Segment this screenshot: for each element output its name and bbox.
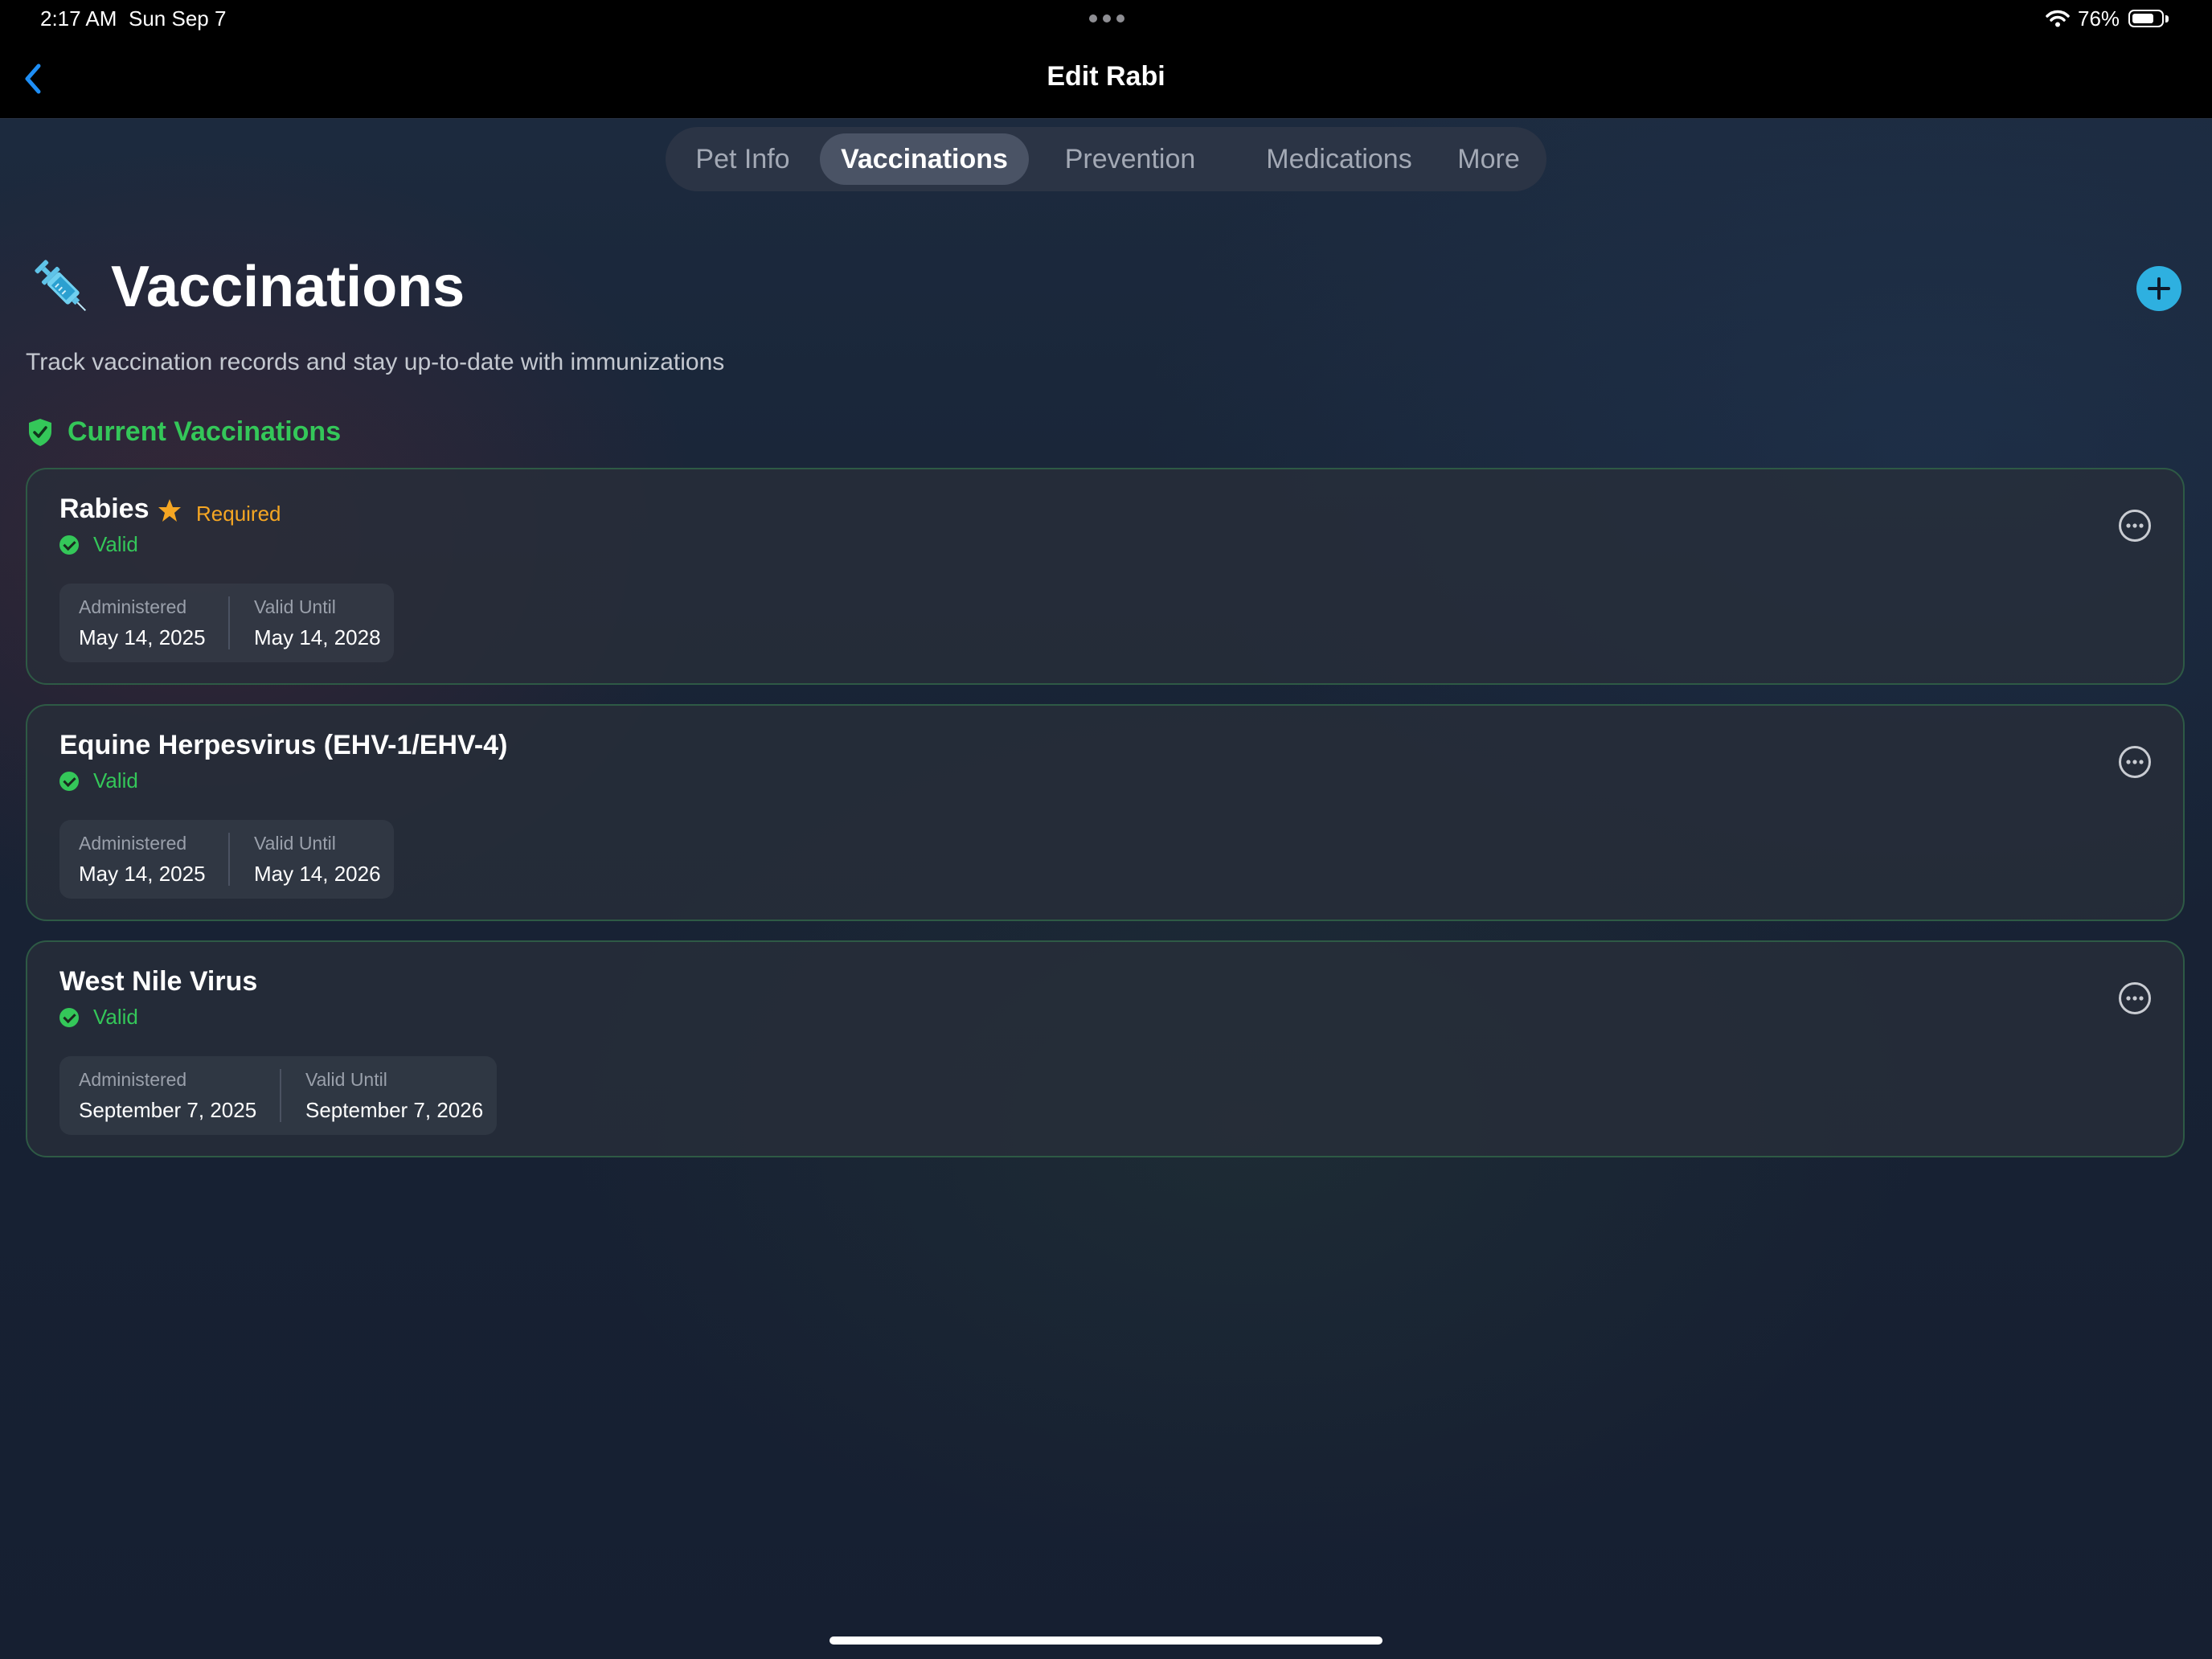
administered-date: May 14, 2025 [79, 862, 206, 886]
section-title: Current Vaccinations [68, 416, 342, 447]
tab-pet-info[interactable]: Pet Info [678, 127, 807, 191]
tab-vaccinations[interactable]: Vaccinations [820, 133, 1029, 185]
add-vaccination-button[interactable] [2136, 266, 2181, 311]
checkmark-circle-icon [59, 1008, 79, 1027]
valid-until-label: Valid Until [305, 1069, 387, 1090]
page-title: Vaccinations [111, 255, 465, 319]
required-label: Required [196, 502, 281, 526]
date-divider [228, 596, 230, 649]
vaccine-name: West Nile Virus [59, 966, 258, 997]
dates-panel: Administered May 14, 2025 Valid Until Ma… [59, 584, 394, 662]
tab-bar: Pet Info Vaccinations Prevention Medicat… [666, 127, 1546, 191]
syringe-icon [35, 260, 86, 311]
home-indicator[interactable] [830, 1636, 1382, 1645]
status-valid: Valid [93, 768, 138, 793]
nav-divider [0, 118, 2212, 119]
battery-icon [2128, 10, 2164, 27]
battery-percent: 76% [2078, 6, 2120, 31]
tab-prevention[interactable]: Prevention [1042, 127, 1219, 191]
valid-until-date: September 7, 2026 [305, 1098, 484, 1122]
vaccination-card[interactable]: Rabies Required Valid Administered May 1… [26, 468, 2185, 685]
administered-label: Administered [79, 1069, 187, 1090]
dates-panel: Administered September 7, 2025 Valid Unt… [59, 1056, 497, 1135]
status-valid: Valid [93, 1005, 138, 1029]
vaccination-card[interactable]: Equine Herpesvirus (EHV-1/EHV-4) Valid A… [26, 704, 2185, 921]
vaccination-card[interactable]: West Nile Virus Valid Administered Septe… [26, 940, 2185, 1157]
nav-title: Edit Rabi [1047, 61, 1165, 92]
administered-date: May 14, 2025 [79, 625, 206, 649]
administered-date: September 7, 2025 [79, 1098, 257, 1122]
status-time: 2:17 AM [40, 6, 117, 31]
valid-until-label: Valid Until [254, 833, 336, 854]
administered-label: Administered [79, 833, 187, 854]
checkmark-circle-icon [59, 772, 79, 791]
administered-label: Administered [79, 596, 187, 617]
valid-until-date: May 14, 2026 [254, 862, 381, 886]
date-divider [280, 1069, 281, 1122]
vaccine-name: Rabies [59, 494, 150, 524]
vaccine-name: Equine Herpesvirus (EHV-1/EHV-4) [59, 730, 508, 760]
tab-medications[interactable]: Medications [1235, 127, 1444, 191]
checkmark-circle-icon [59, 535, 79, 555]
more-options-icon[interactable] [2117, 981, 2153, 1016]
status-valid: Valid [93, 532, 138, 556]
more-options-icon[interactable] [2117, 744, 2153, 780]
wifi-icon [2046, 10, 2070, 27]
tab-more[interactable]: More [1442, 127, 1535, 191]
dates-panel: Administered May 14, 2025 Valid Until Ma… [59, 820, 394, 899]
valid-until-date: May 14, 2028 [254, 625, 381, 649]
star-icon [158, 499, 181, 522]
shield-check-icon [29, 419, 51, 446]
battery-cap [2165, 15, 2169, 23]
page-subtitle: Track vaccination records and stay up-to… [26, 349, 725, 375]
date-divider [228, 833, 230, 886]
valid-until-label: Valid Until [254, 596, 336, 617]
status-date: Sun Sep 7 [129, 6, 227, 31]
multitasking-dots-icon[interactable] [1089, 14, 1124, 23]
more-options-icon[interactable] [2117, 508, 2153, 543]
